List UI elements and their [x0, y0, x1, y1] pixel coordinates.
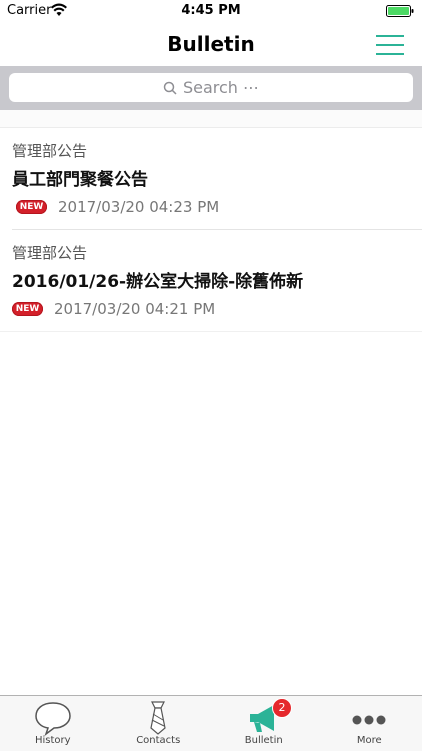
- speech-bubble-icon: [33, 700, 73, 736]
- new-badge: NEW: [12, 302, 43, 316]
- tab-label: Contacts: [106, 735, 212, 746]
- bulletin-title: 2016/01/26-辦公室大掃除-除舊佈新: [12, 267, 303, 292]
- bulletin-meta: NEW 2017/03/20 04:21 PM: [12, 300, 215, 318]
- menu-button[interactable]: [376, 35, 404, 55]
- bulletin-date: 2017/03/20 04:21 PM: [54, 300, 215, 318]
- bulletin-department: 管理部公告: [12, 140, 87, 161]
- search-placeholder: Search ⋯: [183, 78, 259, 97]
- search-icon: [163, 81, 177, 95]
- tab-label: History: [0, 735, 106, 746]
- tab-label: Bulletin: [211, 735, 317, 746]
- bulletin-date: 2017/03/20 04:23 PM: [58, 198, 219, 216]
- page-title: Bulletin: [0, 32, 422, 56]
- menu-icon-bar: [376, 53, 404, 55]
- list-header-separator: [0, 110, 422, 128]
- bulletin-tab-badge: 2: [272, 698, 292, 718]
- tab-bulletin[interactable]: Bulletin: [211, 696, 317, 751]
- status-time: 4:45 PM: [0, 3, 422, 18]
- navigation-bar: Bulletin: [0, 24, 422, 66]
- tab-more[interactable]: More: [317, 696, 422, 751]
- tab-bar: History Contacts Bulletin More: [0, 695, 422, 751]
- menu-icon-bar: [376, 44, 404, 46]
- bulletin-department: 管理部公告: [12, 242, 87, 263]
- tab-label: More: [317, 735, 422, 746]
- search-input[interactable]: Search ⋯: [9, 73, 413, 102]
- search-bar: Search ⋯: [0, 66, 422, 110]
- bulletin-list: 管理部公告 員工部門聚餐公告 NEW 2017/03/20 04:23 PM 管…: [0, 128, 422, 332]
- new-badge: NEW: [16, 200, 47, 214]
- more-dots-icon: [349, 700, 389, 736]
- bulletin-meta: NEW 2017/03/20 04:23 PM: [16, 198, 219, 216]
- tab-history[interactable]: History: [0, 696, 106, 751]
- bulletin-item[interactable]: 管理部公告 2016/01/26-辦公室大掃除-除舊佈新 NEW 2017/03…: [0, 230, 422, 332]
- menu-icon: [376, 35, 404, 37]
- status-bar: Carrier 4:45 PM: [0, 0, 422, 24]
- bulletin-title: 員工部門聚餐公告: [12, 165, 148, 190]
- tab-contacts[interactable]: Contacts: [106, 696, 212, 751]
- battery-icon: [386, 5, 414, 17]
- bulletin-item[interactable]: 管理部公告 員工部門聚餐公告 NEW 2017/03/20 04:23 PM: [12, 128, 422, 230]
- tie-icon: [138, 700, 178, 736]
